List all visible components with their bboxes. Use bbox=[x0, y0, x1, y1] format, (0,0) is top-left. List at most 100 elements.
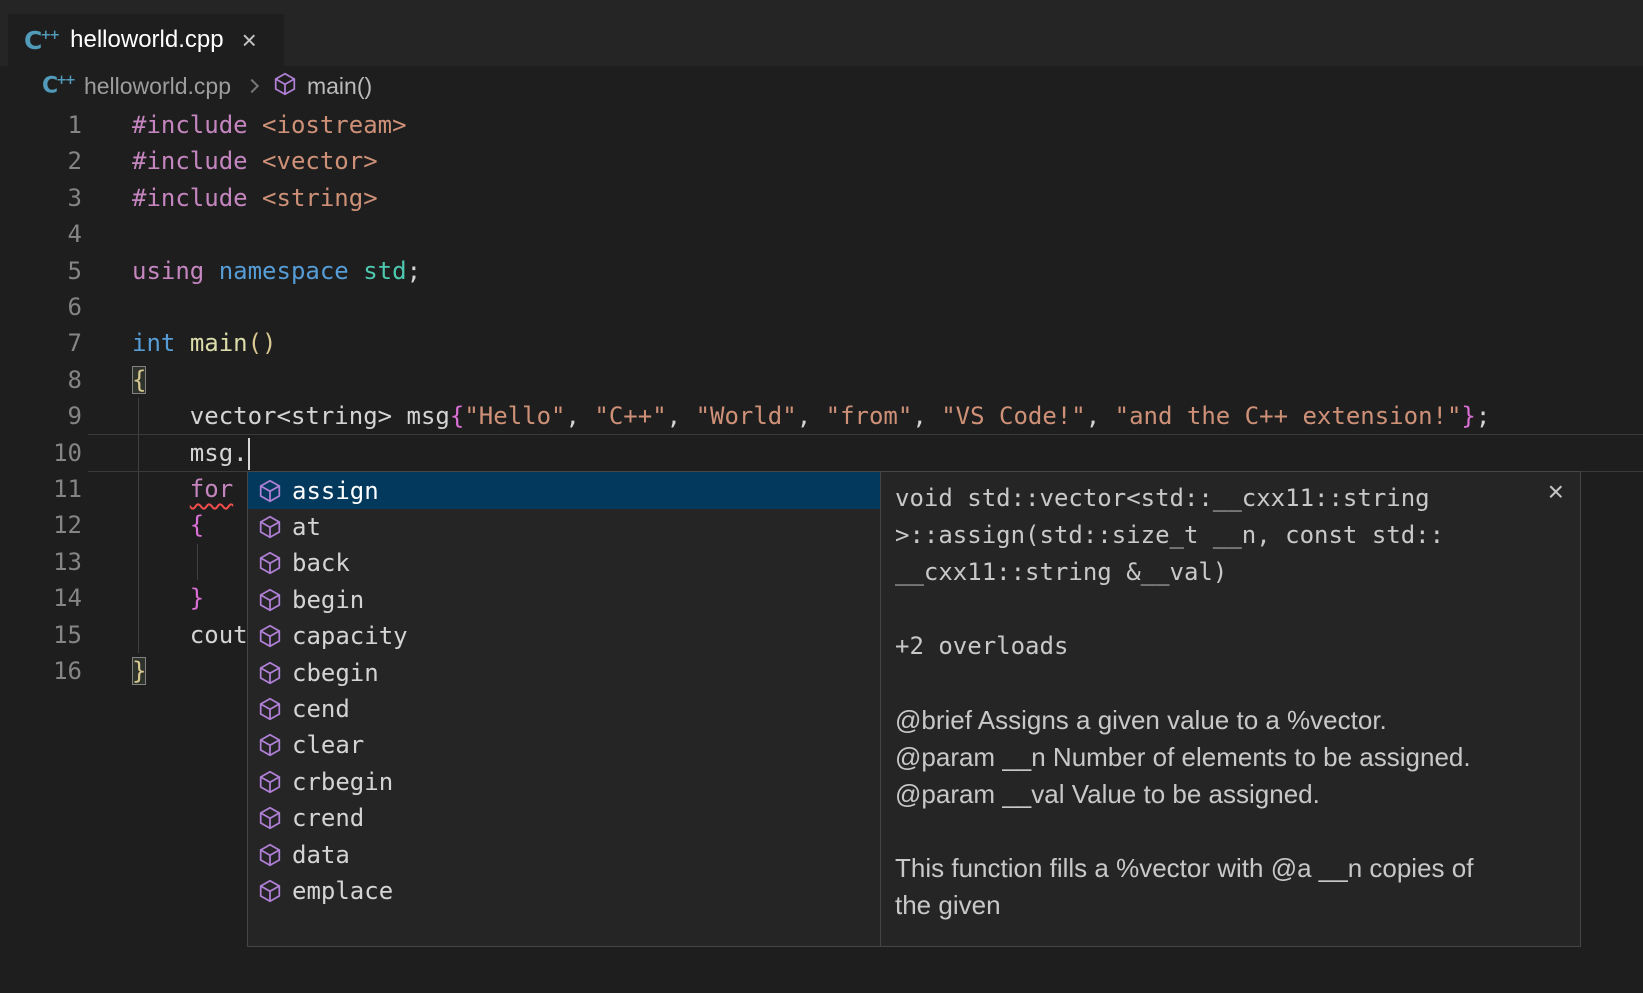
code-token: { bbox=[190, 511, 204, 539]
docs-line: the given bbox=[895, 887, 1580, 924]
breadcrumb-file[interactable]: helloworld.cpp bbox=[84, 73, 231, 100]
symbol-method-icon bbox=[258, 624, 282, 648]
code-token: () bbox=[248, 329, 277, 357]
docs-line bbox=[895, 813, 1580, 850]
suggestion-label: cend bbox=[292, 695, 350, 723]
docs-line: This function fills a %vector with @a __… bbox=[895, 850, 1580, 887]
code-line: 2#include <vector> bbox=[0, 143, 1643, 180]
code-line: 10 msg. bbox=[0, 435, 1643, 472]
line-number: 15 bbox=[0, 617, 82, 654]
suggestion-label: capacity bbox=[292, 622, 408, 650]
code-token: for bbox=[190, 475, 233, 503]
code-text: } bbox=[132, 580, 204, 617]
breadcrumb-symbol-icon-slot bbox=[273, 72, 297, 101]
code-token: vector<string> msg bbox=[132, 402, 450, 430]
code-line: 6 bbox=[0, 289, 1643, 326]
suggestion-item-cend[interactable]: cend bbox=[248, 690, 880, 727]
code-text: using namespace std; bbox=[132, 253, 421, 290]
tab-helloworld-cpp[interactable]: C++ helloworld.cpp × bbox=[8, 14, 284, 66]
code-token: #include bbox=[132, 147, 248, 175]
symbol-method-icon bbox=[258, 697, 282, 721]
code-token: msg. bbox=[132, 439, 248, 467]
docs-line bbox=[895, 591, 1580, 628]
vscode-editor-window: C++ helloworld.cpp × C++ helloworld.cpp … bbox=[0, 0, 1643, 993]
code-line: 3#include <string> bbox=[0, 180, 1643, 217]
code-text: for bbox=[132, 471, 233, 508]
tab-close-icon[interactable]: × bbox=[242, 27, 257, 53]
code-text: #include <string> bbox=[132, 180, 378, 217]
code-token: , bbox=[667, 402, 696, 430]
line-number: 12 bbox=[0, 507, 82, 544]
code-token: , bbox=[566, 402, 595, 430]
symbol-method-icon bbox=[258, 806, 282, 830]
close-icon[interactable]: × bbox=[1548, 478, 1564, 506]
symbol-method-icon bbox=[258, 770, 282, 794]
docs-line: __cxx11::string &__val) bbox=[895, 554, 1580, 591]
code-line: 9 vector<string> msg{"Hello", "C++", "Wo… bbox=[0, 398, 1643, 435]
suggestion-label: emplace bbox=[292, 877, 393, 905]
suggestion-label: cbegin bbox=[292, 659, 379, 687]
suggestion-label: data bbox=[292, 841, 350, 869]
code-token: "VS Code!" bbox=[941, 402, 1086, 430]
symbol-method-icon bbox=[258, 879, 282, 903]
code-token: #include bbox=[132, 111, 248, 139]
code-line: 1#include <iostream> bbox=[0, 107, 1643, 144]
code-token: #include bbox=[132, 184, 248, 212]
code-text: #include <iostream> bbox=[132, 107, 407, 144]
line-number: 7 bbox=[0, 325, 82, 362]
line-number: 11 bbox=[0, 471, 82, 508]
suggestion-item-at[interactable]: at bbox=[248, 508, 880, 545]
code-token: "from" bbox=[826, 402, 913, 430]
suggestion-item-back[interactable]: back bbox=[248, 545, 880, 582]
suggestion-list[interactable]: assign at back begin capacity cbegin cen… bbox=[248, 472, 880, 946]
cpp-file-icon: C++ bbox=[24, 28, 58, 53]
code-token bbox=[132, 584, 190, 612]
suggestion-item-cbegin[interactable]: cbegin bbox=[248, 654, 880, 691]
line-number: 5 bbox=[0, 253, 82, 290]
docs-line: @brief Assigns a given value to a %vecto… bbox=[895, 702, 1580, 739]
code-text: #include <vector> bbox=[132, 143, 378, 180]
code-text: int main() bbox=[132, 325, 277, 362]
code-token: "and the C++ extension!" bbox=[1115, 402, 1462, 430]
tab-label: helloworld.cpp bbox=[70, 26, 223, 54]
suggestion-item-crend[interactable]: crend bbox=[248, 800, 880, 837]
code-token: ; bbox=[1476, 402, 1490, 430]
suggestion-item-clear[interactable]: clear bbox=[248, 727, 880, 764]
docs-line: @param __n Number of elements to be assi… bbox=[895, 739, 1580, 776]
code-text: vector<string> msg{"Hello", "C++", "Worl… bbox=[132, 398, 1490, 435]
code-token bbox=[349, 257, 363, 285]
code-text: cout bbox=[132, 617, 248, 654]
code-token bbox=[132, 475, 190, 503]
suggestion-label: crbegin bbox=[292, 768, 393, 796]
code-token: { bbox=[132, 366, 146, 394]
code-line: 4 bbox=[0, 216, 1643, 253]
docs-line: >::assign(std::size_t __n, const std:: bbox=[895, 517, 1580, 554]
code-token bbox=[248, 147, 262, 175]
code-token: using bbox=[132, 257, 204, 285]
suggestion-docs-panel: × void std::vector<std::__cxx11::string>… bbox=[880, 472, 1580, 946]
suggestion-item-begin[interactable]: begin bbox=[248, 581, 880, 618]
suggestion-item-emplace[interactable]: emplace bbox=[248, 872, 880, 909]
code-line: 8{ bbox=[0, 362, 1643, 399]
symbol-method-icon bbox=[258, 551, 282, 575]
code-token: ; bbox=[407, 257, 421, 285]
line-number: 8 bbox=[0, 362, 82, 399]
line-number: 4 bbox=[0, 216, 82, 253]
symbol-method-icon bbox=[273, 72, 297, 96]
code-token bbox=[132, 511, 190, 539]
breadcrumb-symbol[interactable]: main() bbox=[307, 73, 372, 100]
suggestion-item-crbegin[interactable]: crbegin bbox=[248, 763, 880, 800]
code-token: <string> bbox=[262, 184, 378, 212]
code-line: 7 int main() bbox=[0, 325, 1643, 362]
suggestion-label: crend bbox=[292, 804, 364, 832]
line-number: 6 bbox=[0, 289, 82, 326]
suggestion-item-assign[interactable]: assign bbox=[248, 472, 880, 509]
code-token: } bbox=[190, 584, 204, 612]
code-token: "World" bbox=[696, 402, 797, 430]
symbol-method-icon bbox=[258, 733, 282, 757]
tab-bar: C++ helloworld.cpp × bbox=[0, 0, 1643, 66]
suggestion-item-capacity[interactable]: capacity bbox=[248, 618, 880, 655]
code-text: } bbox=[132, 653, 146, 690]
code-token bbox=[132, 621, 190, 649]
suggestion-item-data[interactable]: data bbox=[248, 836, 880, 873]
